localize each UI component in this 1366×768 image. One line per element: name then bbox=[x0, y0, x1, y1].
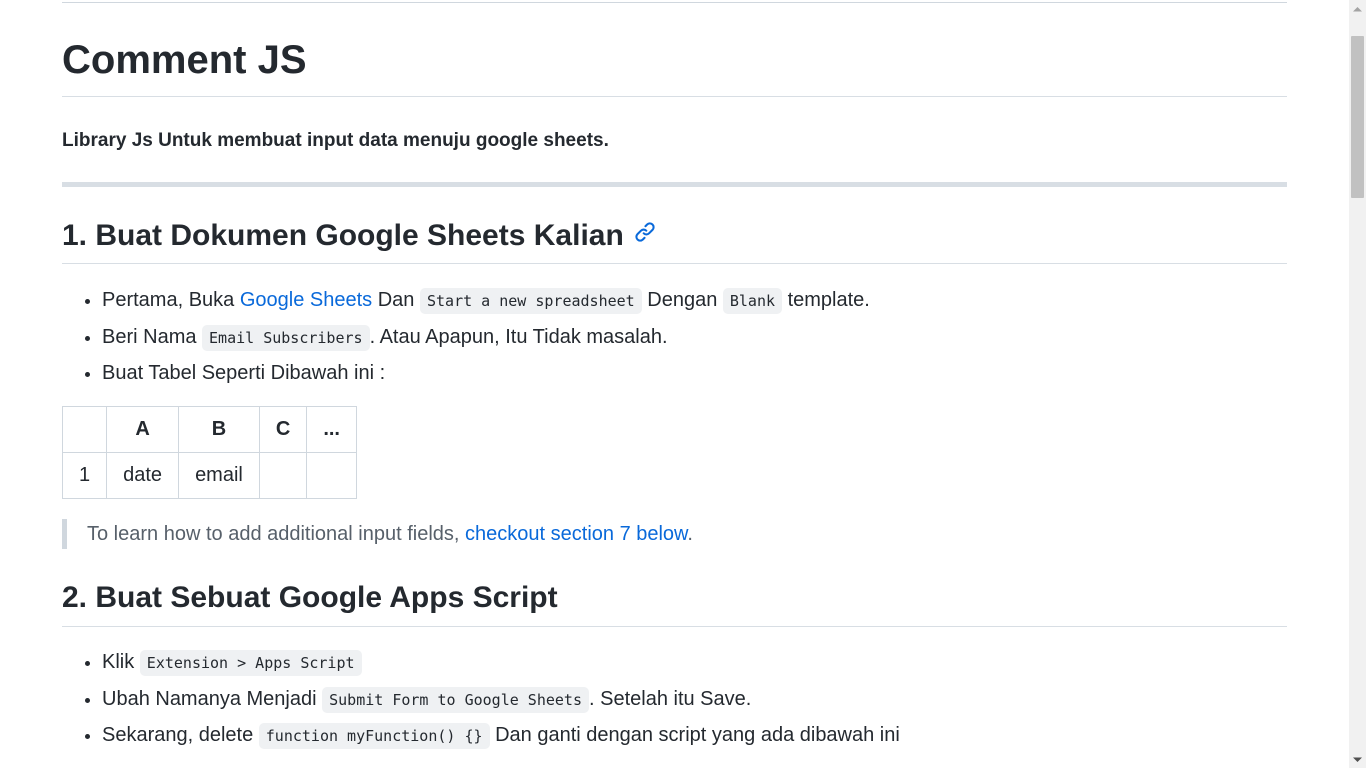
item-text: Dengan bbox=[641, 289, 723, 311]
inline-code: Start a new spreadsheet bbox=[419, 288, 642, 314]
google-sheets-link[interactable]: Google Sheets bbox=[240, 289, 372, 311]
readme-page: Comment JS Library Js Untuk membuat inpu… bbox=[0, 0, 1349, 768]
table-cell bbox=[306, 452, 357, 499]
table-header-cell: A bbox=[106, 406, 180, 453]
table-cell bbox=[258, 452, 308, 499]
section7-link[interactable]: checkout section 7 below bbox=[465, 523, 687, 545]
list-item: Sekarang, delete function myFunction() {… bbox=[102, 718, 900, 755]
inline-code: Extension > Apps Script bbox=[139, 650, 362, 676]
inline-code: Submit Form to Google Sheets bbox=[322, 686, 589, 713]
table-header-cell: B bbox=[178, 406, 260, 453]
list-item: Ubah Namanya Menjadi Submit Form to Goog… bbox=[102, 682, 900, 719]
section1-divider bbox=[62, 263, 1287, 264]
list-item: Beri Nama Email Subscribers. Atau Apapun… bbox=[102, 320, 870, 357]
table-header-cell bbox=[61, 406, 108, 453]
sheet-table: A B C ... 1 date email bbox=[61, 406, 357, 499]
item-text: Dan ganti dengan script yang ada dibawah… bbox=[489, 724, 900, 746]
item-text: Pertama, Buka bbox=[102, 289, 240, 311]
table-header-cell: C bbox=[258, 406, 308, 453]
scroll-down-arrow-icon[interactable] bbox=[1349, 751, 1366, 768]
link-anchor-icon[interactable] bbox=[634, 214, 656, 254]
horizontal-rule bbox=[62, 182, 1287, 187]
item-text: Klik bbox=[102, 651, 140, 673]
table-cell: 1 bbox=[61, 452, 108, 499]
title-divider bbox=[62, 96, 1287, 97]
note-text: To learn how to add additional input fie… bbox=[87, 523, 466, 545]
item-text: template. bbox=[782, 289, 870, 311]
item-text: Sekarang, delete bbox=[102, 724, 259, 746]
page-title: Comment JS bbox=[62, 38, 307, 82]
scroll-up-arrow-icon[interactable] bbox=[1349, 0, 1366, 17]
vertical-scrollbar[interactable] bbox=[1349, 0, 1366, 768]
blockquote-note: To learn how to add additional input fie… bbox=[62, 519, 693, 549]
inline-code: Blank bbox=[722, 288, 783, 314]
item-text: . Atau Apapun, Itu Tidak masalah. bbox=[369, 325, 668, 348]
item-text: . Setelah itu Save. bbox=[589, 687, 752, 710]
list-item: Buat Tabel Seperti Dibawah ini : bbox=[102, 356, 870, 392]
list-item: Klik Extension > Apps Script bbox=[102, 645, 900, 682]
section1-heading-text: 1. Buat Dokumen Google Sheets Kalian bbox=[62, 219, 624, 252]
table-cell: email bbox=[178, 452, 260, 499]
section1-list: Pertama, Buka Google Sheets Dan Start a … bbox=[62, 283, 870, 392]
top-divider bbox=[62, 2, 1287, 3]
note-text: . bbox=[687, 523, 693, 545]
section2-heading: 2. Buat Sebuat Google Apps Script bbox=[62, 581, 558, 614]
section1-heading: 1. Buat Dokumen Google Sheets Kalian bbox=[62, 216, 656, 257]
inline-code: Email Subscribers bbox=[202, 324, 370, 351]
page-subtitle: Library Js Untuk membuat input data menu… bbox=[62, 130, 609, 151]
table-header-cell: ... bbox=[306, 406, 357, 453]
item-text: Beri Nama bbox=[102, 325, 203, 348]
list-item: Pertama, Buka Google Sheets Dan Start a … bbox=[102, 283, 870, 320]
section2-divider bbox=[62, 626, 1287, 627]
scrollbar-thumb[interactable] bbox=[1351, 36, 1364, 198]
table-cell: date bbox=[106, 452, 180, 499]
item-text: Dan bbox=[372, 289, 420, 311]
inline-code: function myFunction() {} bbox=[258, 723, 490, 749]
item-text: Ubah Namanya Menjadi bbox=[102, 687, 323, 710]
section2-list: Klik Extension > Apps Script Ubah Namany… bbox=[62, 645, 900, 755]
table-row: 1 date email bbox=[61, 452, 357, 499]
table-header-row: A B C ... bbox=[61, 406, 357, 453]
